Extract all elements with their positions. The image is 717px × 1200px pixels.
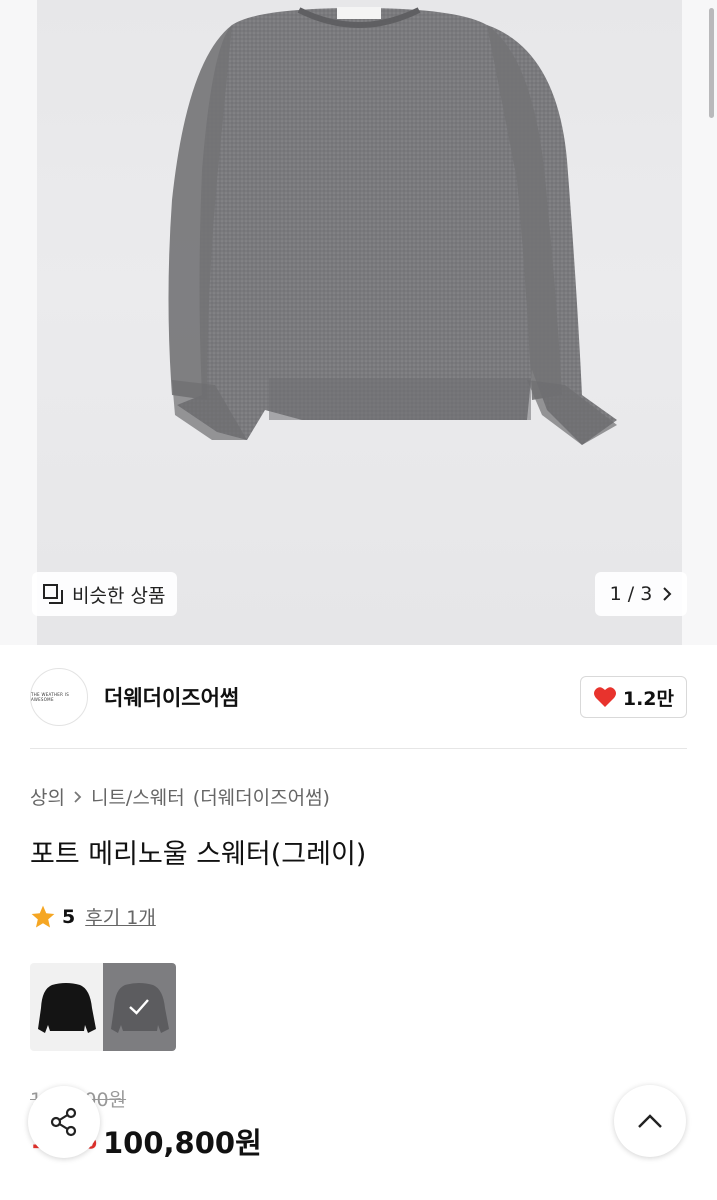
star-icon — [31, 905, 55, 928]
chevron-right-icon — [663, 587, 672, 601]
page-scrollbar[interactable] — [709, 8, 714, 118]
seller-name[interactable]: 더웨더이즈어썸 — [104, 682, 239, 712]
color-swatches — [30, 963, 176, 1051]
product-title: 포트 메리노울 스웨터(그레이) — [30, 839, 367, 870]
breadcrumb-subcategory[interactable]: 니트/스웨터 — [91, 783, 185, 810]
seller-avatar[interactable]: THE WEATHER IS AWESOME — [30, 668, 88, 726]
swatch-black-image — [38, 983, 96, 1033]
rating-row: 5 후기 1개 — [30, 903, 156, 930]
reviews-link[interactable]: 후기 1개 — [85, 903, 156, 930]
scroll-top-button[interactable] — [614, 1085, 686, 1157]
check-icon — [129, 999, 149, 1015]
like-button[interactable]: 1.2만 — [579, 676, 687, 718]
rating-score: 5 — [62, 905, 76, 928]
image-counter-button[interactable]: 1 / 3 — [595, 572, 687, 616]
divider — [30, 748, 687, 749]
heart-icon — [593, 687, 616, 707]
sale-price: 100,800원 — [103, 1126, 262, 1160]
swatch-black[interactable] — [30, 963, 103, 1051]
breadcrumb-category[interactable]: 상의 — [30, 783, 65, 810]
similar-products-label: 비슷한 상품 — [72, 584, 166, 607]
breadcrumb: 상의 니트/스웨터 (더웨더이즈어썸) — [30, 783, 330, 810]
swatch-gray[interactable] — [103, 963, 176, 1051]
share-icon — [50, 1107, 77, 1137]
product-image[interactable] — [37, 0, 682, 645]
chevron-right-icon — [74, 790, 82, 803]
seller-row[interactable]: THE WEATHER IS AWESOME 더웨더이즈어썸 1.2만 — [30, 666, 687, 728]
chevron-up-icon — [638, 1114, 662, 1128]
similar-products-button[interactable]: 비슷한 상품 — [32, 572, 178, 616]
seller-avatar-text: THE WEATHER IS AWESOME — [31, 692, 70, 702]
similar-products-icon — [43, 584, 63, 604]
share-button[interactable] — [28, 1086, 100, 1158]
breadcrumb-brand[interactable]: (더웨더이즈어썸) — [193, 783, 330, 810]
like-count: 1.2만 — [622, 687, 674, 710]
image-counter: 1 / 3 — [609, 583, 653, 605]
product-image-gallery[interactable]: 비슷한 상품 1 / 3 — [0, 0, 717, 645]
